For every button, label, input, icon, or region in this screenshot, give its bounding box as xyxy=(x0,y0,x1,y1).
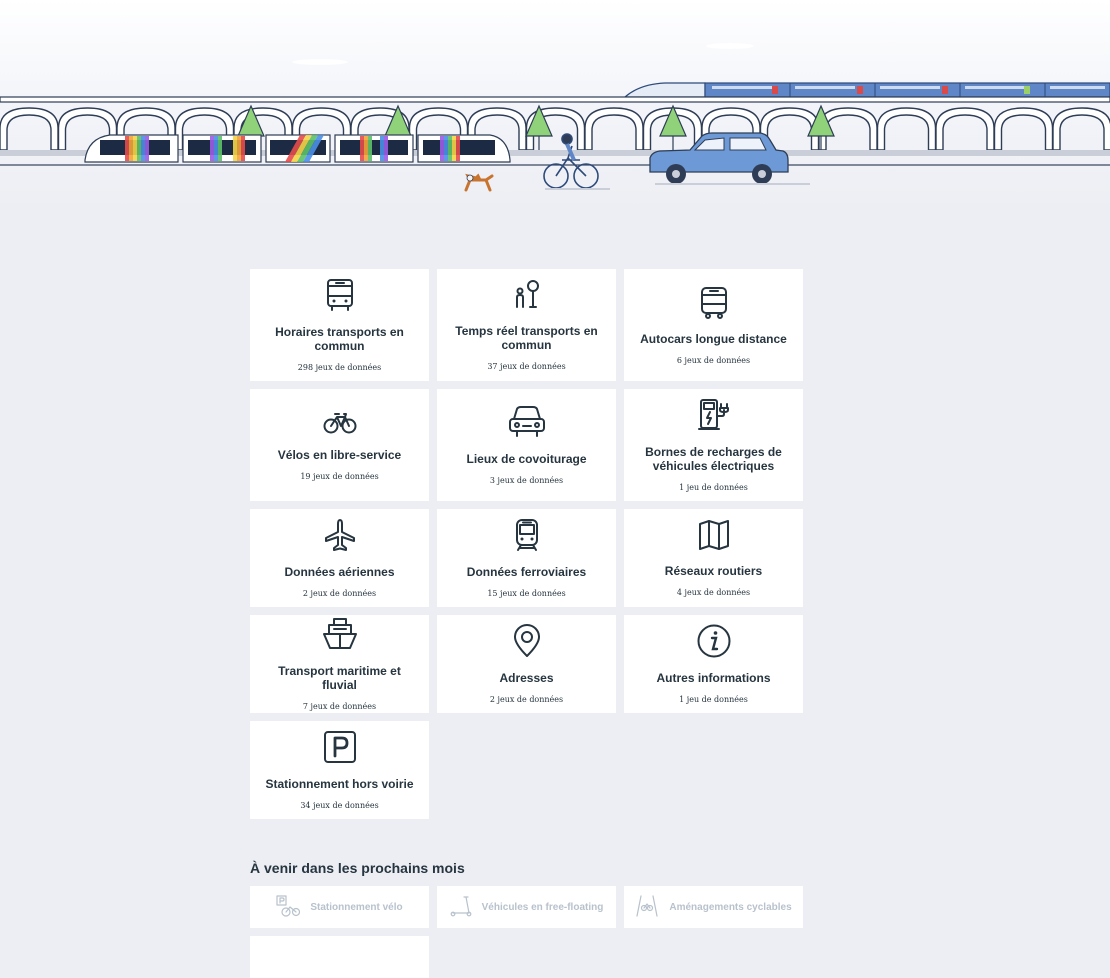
category-card[interactable]: Données ferroviaires 15 jeux de données xyxy=(437,509,616,607)
dataset-count: 7 jeux de données xyxy=(302,702,377,711)
car-illustration xyxy=(649,132,810,185)
upcoming-section-title: À venir dans les prochains mois xyxy=(250,860,465,876)
bus-icon xyxy=(324,278,356,317)
category-card[interactable]: Lieux de covoiturage 3 jeux de données xyxy=(437,389,616,501)
category-card[interactable]: Données aériennes 2 jeux de données xyxy=(250,509,429,607)
upcoming-category-label: Stationnement vélo xyxy=(310,901,403,913)
upcoming-category-card xyxy=(250,936,429,978)
category-title: Autocars longue distance xyxy=(640,332,787,346)
category-card[interactable]: Transport maritime et fluvial 7 jeux de d… xyxy=(250,615,429,713)
info-icon xyxy=(696,624,732,663)
category-title: Horaires transports en commun xyxy=(275,325,404,353)
category-card[interactable]: Vélos en libre-service 19 jeux de données xyxy=(250,389,429,501)
category-card[interactable]: Stationnement hors voirie 34 jeux de donn… xyxy=(250,721,429,819)
dataset-categories-grid: Horaires transports en commun 298 jeux de… xyxy=(250,269,803,819)
bicycle-icon xyxy=(323,409,357,440)
category-card[interactable]: Temps réel transports en commun 37 jeux d… xyxy=(437,269,616,381)
dataset-count: 6 jeux de données xyxy=(676,356,751,365)
category-card[interactable]: Horaires transports en commun 298 jeux de… xyxy=(250,269,429,381)
dataset-count: 15 jeux de données xyxy=(487,589,566,598)
category-title: Lieux de covoiturage xyxy=(466,452,587,466)
train-icon xyxy=(514,518,540,557)
viaduct-illustration xyxy=(0,43,1110,192)
dataset-count: 4 jeux de données xyxy=(676,588,751,597)
category-title: Bornes de recharges de véhicules électri… xyxy=(645,445,782,473)
tgv-train-icon xyxy=(623,82,1110,98)
dataset-count: 1 jeu de données xyxy=(679,695,748,704)
dataset-count: 3 jeux de données xyxy=(489,476,564,485)
dataset-count: 298 jeux de données xyxy=(297,363,382,372)
category-title: Données aériennes xyxy=(284,565,395,579)
upcoming-category-card: Véhicules en free-floating xyxy=(437,886,616,928)
scooter-icon xyxy=(450,895,472,920)
ship-icon xyxy=(322,617,358,656)
coach-icon xyxy=(699,285,729,324)
bike-lane-icon xyxy=(635,894,659,921)
upcoming-category-label: Véhicules en free-floating xyxy=(481,901,604,913)
upcoming-category-card: Stationnement vélo xyxy=(250,886,429,928)
category-card[interactable]: Autocars longue distance 6 jeux de donnée… xyxy=(624,269,803,381)
category-card[interactable]: Autres informations 1 jeu de données xyxy=(624,615,803,713)
clouds xyxy=(292,43,754,65)
category-title: Transport maritime et fluvial xyxy=(278,664,401,692)
location-pin-icon xyxy=(512,624,542,663)
category-title: Données ferroviaires xyxy=(466,565,587,579)
upcoming-categories-grid: Stationnement vélo Véhicules en free-floa… xyxy=(250,886,803,978)
bus-stop-icon xyxy=(511,279,543,316)
parking-icon xyxy=(323,730,357,769)
upcoming-category-label: Aménagements cyclables xyxy=(669,901,792,913)
dataset-count: 2 jeux de données xyxy=(302,589,377,598)
dog-icon xyxy=(464,173,494,192)
category-title: Adresses xyxy=(499,671,554,685)
upcoming-category-card: Aménagements cyclables xyxy=(624,886,803,928)
dataset-count: 2 jeux de données xyxy=(489,695,564,704)
airplane-icon xyxy=(324,518,356,557)
category-title: Temps réel transports en commun xyxy=(455,324,598,352)
category-card[interactable]: Réseaux routiers 4 jeux de données xyxy=(624,509,803,607)
dataset-count: 1 jeu de données xyxy=(679,483,748,492)
category-title: Autres informations xyxy=(656,671,771,685)
charging-station-icon xyxy=(697,398,730,437)
category-title: Stationnement hors voirie xyxy=(265,777,414,791)
map-icon xyxy=(698,519,730,556)
hero-illustration xyxy=(0,0,1110,215)
category-title: Réseaux routiers xyxy=(664,564,763,578)
dataset-count: 34 jeux de données xyxy=(300,801,379,810)
car-icon xyxy=(507,405,547,444)
bike-parking-icon xyxy=(276,894,301,920)
category-title: Vélos en libre-service xyxy=(277,448,402,462)
dataset-count: 37 jeux de données xyxy=(487,362,566,371)
tram-icon xyxy=(84,134,511,163)
category-card[interactable]: Adresses 2 jeux de données xyxy=(437,615,616,713)
category-card[interactable]: Bornes de recharges de véhicules électri… xyxy=(624,389,803,501)
dataset-count: 19 jeux de données xyxy=(300,472,379,481)
